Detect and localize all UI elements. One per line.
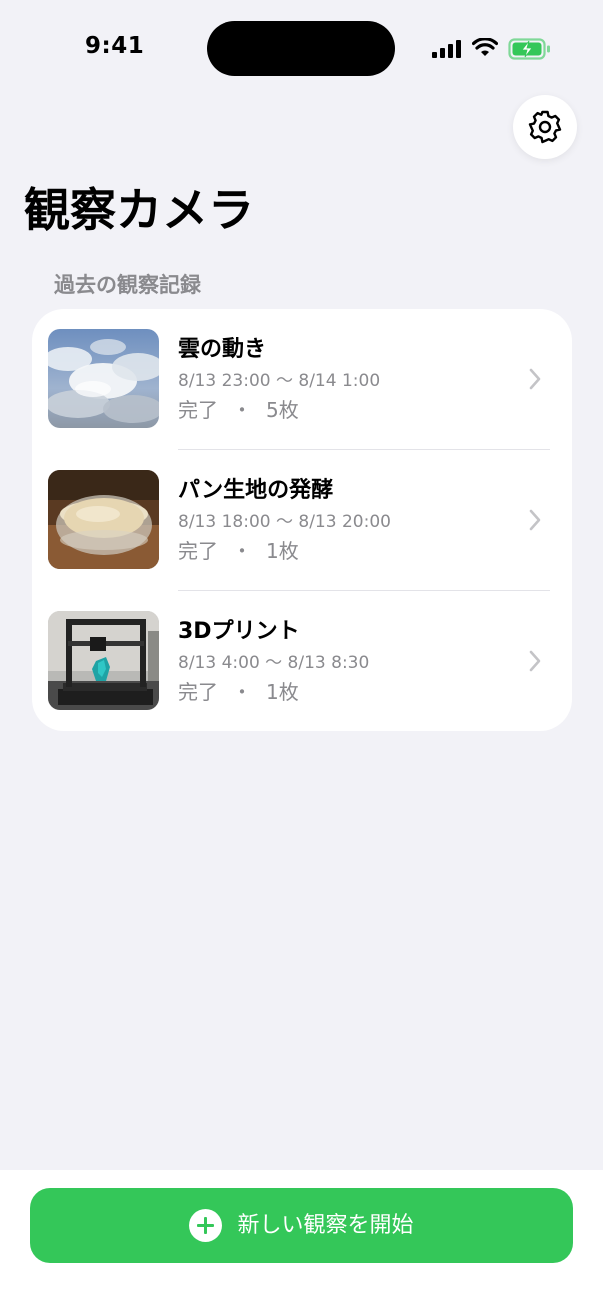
record-period: 8/13 23:00 〜 8/14 1:00 bbox=[178, 371, 381, 391]
record-status: 完了・ 5枚 bbox=[178, 396, 299, 424]
gear-icon bbox=[528, 110, 562, 144]
record-title: 3Dプリント bbox=[178, 619, 300, 644]
start-button-label: 新しい観察を開始 bbox=[237, 1212, 414, 1238]
bread-dough-photo-thumbnail bbox=[48, 470, 159, 569]
record-status: 完了・ 1枚 bbox=[178, 678, 299, 706]
chevron-right-icon bbox=[529, 368, 541, 390]
photo-count: 5枚 bbox=[266, 398, 299, 422]
start-new-observation-button[interactable]: 新しい観察を開始 bbox=[30, 1188, 573, 1263]
status-label: 完了 bbox=[178, 539, 218, 563]
records-list: 雲の動き 8/13 23:00 〜 8/14 1:00 完了・ 5枚 パン生地の発… bbox=[32, 309, 572, 731]
status-separator: ・ bbox=[232, 680, 252, 704]
status-label: 完了 bbox=[178, 680, 218, 704]
record-title: 雲の動き bbox=[178, 337, 267, 362]
settings-button[interactable] bbox=[513, 95, 577, 159]
record-title: パン生地の発酵 bbox=[178, 478, 334, 503]
plus-circle-icon bbox=[189, 1209, 223, 1242]
record-row-bread-dough[interactable]: パン生地の発酵 8/13 18:00 〜 8/13 20:00 完了・ 1枚 bbox=[32, 450, 572, 591]
bottom-action-bar: 新しい観察を開始 bbox=[0, 1170, 603, 1311]
section-header: 過去の観察記録 bbox=[54, 273, 201, 297]
status-icons bbox=[432, 36, 552, 60]
status-separator: ・ bbox=[232, 539, 252, 563]
3d-printer-photo-thumbnail bbox=[48, 611, 159, 710]
record-period: 8/13 4:00 〜 8/13 8:30 bbox=[178, 653, 370, 673]
photo-count: 1枚 bbox=[266, 680, 299, 704]
battery-charging-icon bbox=[508, 38, 550, 60]
status-label: 完了 bbox=[178, 398, 218, 422]
cellular-signal-icon bbox=[432, 40, 461, 58]
photo-count: 1枚 bbox=[266, 539, 299, 563]
chevron-right-icon bbox=[529, 650, 541, 672]
record-status: 完了・ 1枚 bbox=[178, 537, 299, 565]
status-time: 9:41 bbox=[85, 33, 145, 59]
clouds-photo-thumbnail bbox=[48, 329, 159, 428]
record-row-3d-print[interactable]: 3Dプリント 8/13 4:00 〜 8/13 8:30 完了・ 1枚 bbox=[32, 591, 572, 731]
chevron-right-icon bbox=[529, 509, 541, 531]
record-period: 8/13 18:00 〜 8/13 20:00 bbox=[178, 512, 391, 532]
status-separator: ・ bbox=[232, 398, 252, 422]
dynamic-island bbox=[207, 21, 395, 76]
wifi-icon bbox=[472, 38, 498, 56]
record-row-clouds[interactable]: 雲の動き 8/13 23:00 〜 8/14 1:00 完了・ 5枚 bbox=[32, 309, 572, 450]
page-title: 観察カメラ bbox=[24, 183, 254, 237]
